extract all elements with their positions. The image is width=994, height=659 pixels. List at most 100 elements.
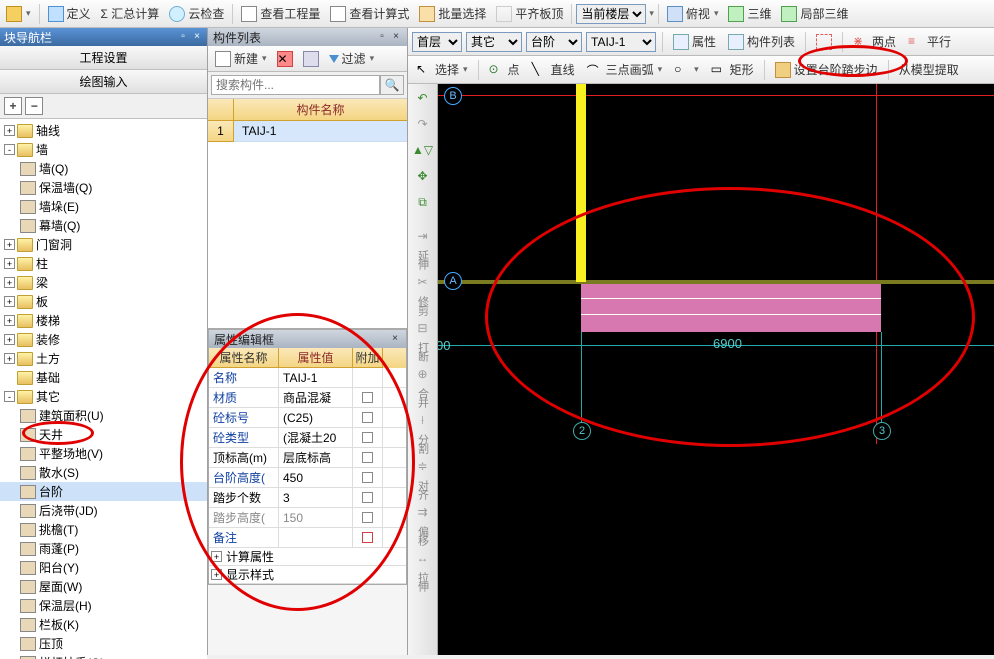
view-formula-button[interactable]: 查看计算式 bbox=[326, 3, 413, 24]
calc-props-group[interactable]: +计算属性 bbox=[209, 548, 406, 566]
select-tool[interactable]: ↖选择▾ bbox=[412, 59, 472, 80]
tree-item[interactable]: 幕墙(Q) bbox=[0, 216, 207, 235]
component-grid[interactable]: 构件名称 1TAIJ-1 bbox=[208, 99, 407, 329]
tree-item[interactable]: 雨蓬(P) bbox=[0, 539, 207, 558]
props-button[interactable]: 属性 bbox=[669, 31, 720, 52]
extend-button[interactable]: ⇥ bbox=[411, 224, 435, 248]
tree-toggle[interactable]: + bbox=[4, 239, 15, 250]
property-grid[interactable]: 属性名称 属性值 附加 名称TAIJ-1材质商品混凝砼标号(C25)砼类型(混凝… bbox=[209, 348, 406, 584]
copy-button[interactable]: ⧉ bbox=[411, 190, 435, 214]
tree-item[interactable]: +柱 bbox=[0, 254, 207, 273]
comp-close-icon[interactable]: × bbox=[390, 31, 402, 43]
break-button[interactable]: ⊟ bbox=[411, 316, 435, 340]
tree-item[interactable]: 散水(S) bbox=[0, 463, 207, 482]
nav-section-project[interactable]: 工程设置 bbox=[0, 46, 207, 69]
pin-icon[interactable]: ▫ bbox=[177, 31, 189, 43]
tree-item[interactable]: 天井 bbox=[0, 425, 207, 444]
property-row[interactable]: 备注 bbox=[209, 528, 406, 548]
define-button[interactable]: 定义 bbox=[44, 3, 95, 24]
redo-button[interactable]: ↷ bbox=[411, 112, 435, 136]
view-3d-button[interactable]: 三维 bbox=[724, 3, 775, 24]
point-tool[interactable]: ⊙点 bbox=[485, 59, 524, 80]
move-button[interactable]: ✥ bbox=[411, 164, 435, 188]
new-component-button[interactable]: 新建▾ bbox=[211, 48, 271, 69]
view-top-button[interactable]: 俯视▾ bbox=[663, 3, 723, 24]
local-3d-button[interactable]: 局部三维 bbox=[777, 3, 852, 24]
filter-button[interactable]: 过滤▾ bbox=[325, 48, 379, 69]
expand-all-button[interactable]: + bbox=[4, 97, 22, 115]
rect-tool[interactable]: ▭矩形 bbox=[707, 59, 758, 80]
tree-item[interactable]: 栏板(K) bbox=[0, 615, 207, 634]
batch-select-button[interactable]: 批量选择 bbox=[415, 3, 490, 24]
merge-button[interactable]: ⊕ bbox=[411, 362, 435, 386]
tree-item[interactable]: 屋面(W) bbox=[0, 577, 207, 596]
tree-item[interactable]: 保温墙(Q) bbox=[0, 178, 207, 197]
comp-pin-icon[interactable]: ▫ bbox=[376, 31, 388, 43]
component-select[interactable]: TAIJ-1 bbox=[586, 32, 656, 52]
close-icon[interactable]: × bbox=[191, 31, 203, 43]
two-point-button[interactable]: ⋇两点 bbox=[849, 31, 900, 52]
property-row[interactable]: 砼标号(C25) bbox=[209, 408, 406, 428]
align-button[interactable]: ≑ bbox=[411, 454, 435, 478]
floor-select[interactable]: 首层 bbox=[412, 32, 462, 52]
tree-toggle[interactable]: - bbox=[4, 391, 15, 402]
category-select[interactable]: 其它 bbox=[466, 32, 522, 52]
property-row[interactable]: 踏步个数3 bbox=[209, 488, 406, 508]
property-row[interactable]: 砼类型(混凝土20 bbox=[209, 428, 406, 448]
property-row[interactable]: 踏步高度(150 bbox=[209, 508, 406, 528]
tree-item[interactable]: 栏杆扶手(G) bbox=[0, 653, 207, 659]
sum-calc-button[interactable]: Σ 汇总计算 bbox=[97, 3, 164, 24]
split-button[interactable]: ⟊ bbox=[411, 408, 435, 432]
floor-combo[interactable]: 当前楼层 bbox=[576, 4, 646, 24]
line-tool[interactable]: ╲直线 bbox=[528, 59, 579, 80]
tree-item[interactable]: +楼梯 bbox=[0, 311, 207, 330]
property-row[interactable]: 顶标高(m)层底标高 bbox=[209, 448, 406, 468]
tree-item[interactable]: 基础 bbox=[0, 368, 207, 387]
tree-item[interactable]: 平整场地(V) bbox=[0, 444, 207, 463]
circle-tool[interactable]: ○▾ bbox=[670, 60, 703, 80]
collapse-all-button[interactable]: − bbox=[25, 97, 43, 115]
tree-toggle[interactable]: + bbox=[4, 353, 15, 364]
tree-item[interactable]: 后浇带(JD) bbox=[0, 501, 207, 520]
mirror-button[interactable]: ▲▽ bbox=[411, 138, 435, 162]
parallel-button[interactable]: ≡平行 bbox=[904, 31, 955, 52]
tree-item[interactable]: -墙 bbox=[0, 140, 207, 159]
comp-list-button[interactable]: 构件列表 bbox=[724, 31, 799, 52]
tree-toggle[interactable]: + bbox=[4, 277, 15, 288]
tree-item[interactable]: 台阶 bbox=[0, 482, 207, 501]
trim-button[interactable]: ✂ bbox=[411, 270, 435, 294]
cloud-check-button[interactable]: 云检查 bbox=[165, 3, 228, 24]
extract-button[interactable]: 从模型提取 bbox=[895, 59, 963, 80]
tree-toggle[interactable]: + bbox=[4, 258, 15, 269]
nav-tree[interactable]: +轴线-墙墙(Q)保温墙(Q)墙垛(E)幕墙(Q)+门窗洞+柱+梁+板+楼梯+装… bbox=[0, 119, 207, 659]
property-row[interactable]: 台阶高度(450 bbox=[209, 468, 406, 488]
search-button[interactable]: 🔍 bbox=[380, 75, 404, 95]
property-row[interactable]: 材质商品混凝 bbox=[209, 388, 406, 408]
copy-component-button[interactable] bbox=[299, 49, 323, 69]
component-row[interactable]: 1TAIJ-1 bbox=[208, 121, 407, 141]
tree-item[interactable]: 建筑面积(U) bbox=[0, 406, 207, 425]
tree-toggle[interactable]: + bbox=[4, 315, 15, 326]
view-qty-button[interactable]: 查看工程量 bbox=[237, 3, 324, 24]
tree-toggle[interactable]: + bbox=[4, 125, 15, 136]
tree-item[interactable]: +轴线 bbox=[0, 121, 207, 140]
tree-item[interactable]: +装修 bbox=[0, 330, 207, 349]
prop-close-icon[interactable]: × bbox=[389, 333, 401, 345]
undo-button[interactable]: ↶ bbox=[411, 86, 435, 110]
snap-toggle[interactable] bbox=[812, 32, 836, 52]
tree-item[interactable]: +板 bbox=[0, 292, 207, 311]
tree-item[interactable]: 墙(Q) bbox=[0, 159, 207, 178]
display-style-group[interactable]: +显示样式 bbox=[209, 566, 406, 584]
delete-component-button[interactable]: ✕ bbox=[273, 49, 297, 69]
subcategory-select[interactable]: 台阶 bbox=[526, 32, 582, 52]
tree-toggle[interactable]: + bbox=[4, 296, 15, 307]
nav-section-draw[interactable]: 绘图输入 bbox=[0, 70, 207, 93]
tree-item[interactable]: 压顶 bbox=[0, 634, 207, 653]
tree-item[interactable]: 墙垛(E) bbox=[0, 197, 207, 216]
arc3-tool[interactable]: ⌒三点画弧▾ bbox=[583, 59, 667, 80]
tree-item[interactable]: 挑檐(T) bbox=[0, 520, 207, 539]
tree-item[interactable]: -其它 bbox=[0, 387, 207, 406]
drawing-canvas[interactable]: 00 6900 B A 2 3 bbox=[438, 84, 994, 655]
set-step-edge-button[interactable]: 设置台阶踏步边 bbox=[771, 59, 882, 80]
tree-item[interactable]: 阳台(Y) bbox=[0, 558, 207, 577]
